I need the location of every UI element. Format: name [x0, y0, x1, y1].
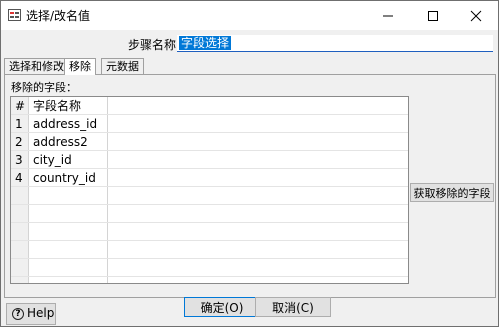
remove-panel: 移除的字段： # 字段名称 1 address_id 2 address2 3 …: [4, 74, 496, 298]
field-name-cell[interactable]: city_id: [33, 152, 72, 168]
minimize-button[interactable]: [366, 1, 410, 30]
fields-to-remove-label: 移除的字段：: [11, 81, 77, 94]
empty-row[interactable]: [11, 241, 408, 259]
row-number: 3: [15, 153, 23, 167]
step-name-label: 步骤名称: [128, 38, 177, 52]
close-icon: [470, 10, 482, 22]
empty-row[interactable]: [11, 259, 408, 277]
help-button[interactable]: ? Help: [6, 303, 56, 325]
empty-row[interactable]: [11, 223, 408, 241]
table-header: # 字段名称: [11, 97, 408, 115]
cancel-button[interactable]: 取消(C): [255, 297, 331, 317]
field-name-cell[interactable]: country_id: [33, 170, 96, 186]
fields-table[interactable]: # 字段名称 1 address_id 2 address2 3 city_id…: [10, 96, 409, 284]
table-row[interactable]: 4 country_id: [11, 169, 408, 187]
field-name-cell[interactable]: address_id: [33, 116, 97, 132]
tab-remove[interactable]: 移除: [64, 58, 96, 75]
tab-metadata[interactable]: 元数据: [101, 58, 144, 74]
header-field-name[interactable]: 字段名称: [33, 98, 81, 114]
title-bar: 选择/改名值: [1, 1, 498, 30]
window-title: 选择/改名值: [26, 9, 91, 23]
empty-row[interactable]: [11, 187, 408, 205]
empty-row[interactable]: [11, 205, 408, 223]
select-values-icon: [8, 9, 21, 21]
table-row[interactable]: 1 address_id: [11, 115, 408, 133]
close-button[interactable]: [454, 1, 498, 30]
field-name-cell[interactable]: address2: [33, 134, 88, 150]
help-label: Help: [27, 306, 55, 320]
row-number: 1: [15, 117, 23, 131]
minimize-icon: [383, 15, 393, 17]
tab-select-modify[interactable]: 选择和修改: [4, 58, 69, 74]
header-number: #: [15, 99, 26, 113]
table-row[interactable]: 3 city_id: [11, 151, 408, 169]
row-number: 4: [15, 171, 23, 185]
maximize-button[interactable]: [411, 1, 455, 30]
ok-button[interactable]: 确定(O): [184, 297, 260, 317]
dialog-window: 选择/改名值 步骤名称 字段选择 选择和修改 移除 元数据 移除的字段： # 字…: [0, 0, 499, 327]
maximize-icon: [428, 11, 438, 21]
get-fields-to-remove-button[interactable]: 获取移除的字段: [410, 183, 494, 202]
row-number: 2: [15, 135, 23, 149]
table-row[interactable]: 2 address2: [11, 133, 408, 151]
step-name-value[interactable]: 字段选择: [179, 36, 232, 50]
question-icon: ?: [12, 308, 24, 320]
